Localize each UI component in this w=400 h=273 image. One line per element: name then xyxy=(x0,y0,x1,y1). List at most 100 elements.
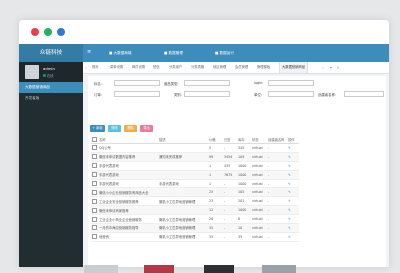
export-button[interactable]: 导出 xyxy=(140,125,153,132)
tab-marketing-products[interactable]: 大数据营销商品 xyxy=(279,62,309,73)
sidebar-item-marketing-products[interactable]: 大数据营销商品 xyxy=(19,82,83,93)
table-cell: 10 xyxy=(237,223,251,233)
tabs-menu-icon[interactable]: ▾ xyxy=(328,62,334,73)
table-cell: 20 xyxy=(208,214,223,225)
table-cell: 1000 xyxy=(237,179,251,189)
select-all-checkbox[interactable] xyxy=(91,136,98,144)
filter-create-input[interactable] xyxy=(344,91,384,97)
column-header[interactable]: 状态 xyxy=(251,136,267,144)
row-checkbox[interactable] xyxy=(91,179,98,189)
tab-templates[interactable]: 管理模板 xyxy=(257,62,270,73)
maximize-window-button[interactable] xyxy=(57,28,65,36)
row-checkbox[interactable] xyxy=(91,152,98,162)
filter-type-label: 营品类型: xyxy=(164,82,179,86)
table-cell: 201 xyxy=(237,196,251,207)
column-header[interactable]: 库存 xyxy=(237,136,251,144)
row-checkbox[interactable] xyxy=(91,170,98,180)
table-row[interactable]: 手游代表游戏 1 435 1000 virtual - ✎ xyxy=(91,161,299,171)
edit-icon[interactable]: ✎ xyxy=(287,187,299,198)
tabs-scroll-left-icon[interactable]: ‹ xyxy=(83,62,89,73)
filter-order-input[interactable] xyxy=(184,91,230,97)
column-header[interactable]: 名称 xyxy=(98,136,158,144)
table-cell: - xyxy=(267,143,287,153)
tabs-close-icon[interactable]: × xyxy=(335,62,341,73)
table-cell: - xyxy=(223,223,237,233)
top-nav-item-data[interactable]: ■ 数据管理 xyxy=(164,44,183,62)
table-row[interactable]: 一月的中海应营销服务指导 微机小工匹异地营销管理 35-10 virtual - ✎ xyxy=(91,223,299,233)
table-row[interactable]: 手游代表游戏 手游代表游戏 1-1000 virtual - ✎ xyxy=(91,179,299,189)
column-header[interactable]: 价格 xyxy=(208,136,223,144)
edit-icon[interactable]: ✎ xyxy=(287,179,299,189)
top-nav-item-run[interactable]: ■ 数据运行 xyxy=(215,44,234,62)
edit-icon[interactable]: ✎ xyxy=(287,143,299,153)
table-row[interactable]: 地营资 微机小工匹异地营销管理 35-35 virtual - ✎ xyxy=(91,232,299,242)
row-checkbox[interactable] xyxy=(91,223,98,233)
table-cell: 105 xyxy=(237,187,251,198)
row-checkbox[interactable] xyxy=(91,232,98,242)
row-checkbox[interactable] xyxy=(91,143,98,153)
tab-category-table[interactable]: 分类表格 xyxy=(191,62,204,73)
minimize-window-button[interactable] xyxy=(44,28,52,36)
close-window-button[interactable] xyxy=(31,28,39,36)
edit-button[interactable]: 修改 xyxy=(108,125,121,132)
tab-members[interactable]: 会员管理 xyxy=(235,62,248,73)
edit-icon[interactable]: ✎ xyxy=(287,161,299,171)
tab-category-users[interactable]: 分类用户 xyxy=(169,62,182,73)
table-cell: 25 xyxy=(208,187,223,198)
tabs-scroll-right-icon[interactable]: › xyxy=(320,62,326,73)
row-checkbox[interactable] xyxy=(91,187,98,198)
tab-region[interactable]: 地区管理 xyxy=(213,62,226,73)
table-cell: QQ公号 xyxy=(98,143,158,153)
table-cell: 99 xyxy=(208,152,223,162)
row-checkbox[interactable] xyxy=(91,161,98,171)
table-cell: virtual xyxy=(251,152,267,162)
edit-icon[interactable]: ✎ xyxy=(287,196,299,207)
tab-home[interactable]: 首页 xyxy=(92,62,99,73)
filter-type-input[interactable] xyxy=(184,80,230,86)
table-cell: 工业企业小商业企业营销服务 xyxy=(98,214,158,225)
menu-toggle-icon[interactable]: ≡ xyxy=(87,49,93,55)
sidebar-item-developer[interactable]: 开发者版 xyxy=(19,93,83,104)
filter-login-input[interactable] xyxy=(268,80,314,86)
table-cell: 一月的中海应营销服务指导 xyxy=(98,223,158,233)
row-checkbox[interactable] xyxy=(91,214,98,225)
edit-icon[interactable]: ✎ xyxy=(287,214,299,225)
table-cell: 23 xyxy=(208,196,223,207)
column-header[interactable]: 操作 xyxy=(287,136,299,144)
edit-icon[interactable]: ✎ xyxy=(287,152,299,162)
edit-icon[interactable]: ✎ xyxy=(287,170,299,180)
table-cell: 微机小工匹异地营销管理 xyxy=(158,196,208,207)
table-row[interactable]: 微信小小企业营销服务有商品大全 25-105 virtual - ✎ xyxy=(91,187,299,198)
filter-name-input[interactable] xyxy=(114,80,160,86)
table-row[interactable]: 工业企业安全营销服务推荐 微机小工匹异地营销管理 23-201 virtual - ✎ xyxy=(91,196,299,207)
row-checkbox[interactable] xyxy=(91,196,98,207)
tab-mail-settings[interactable]: 邮件设置 xyxy=(132,62,145,73)
filter-subscribe-input[interactable] xyxy=(114,91,160,97)
edit-icon[interactable]: ✎ xyxy=(287,232,299,242)
tab-sms[interactable]: 短信 xyxy=(153,62,160,73)
top-nav-item-mall[interactable]: ■ 大数据商城 xyxy=(109,44,132,62)
column-header[interactable]: 描述 xyxy=(158,136,208,144)
filter-unit-input[interactable] xyxy=(268,91,314,97)
add-button[interactable]: + 新增 xyxy=(90,125,105,132)
column-header[interactable]: 已售 xyxy=(223,136,237,144)
table-cell: - xyxy=(267,152,287,162)
table-cell xyxy=(158,205,208,216)
table-row[interactable]: 微信未申请数据内容推荐 通知未完成推荐 99 3454 109 virtual - ✎ xyxy=(91,152,299,162)
table-row[interactable]: 手游代表游戏 1 7675 1000 virtual - ✎ xyxy=(91,170,299,180)
table-cell: 5 xyxy=(208,143,223,153)
tab-menu-settings[interactable]: 菜单设置 xyxy=(110,62,123,73)
column-header[interactable]: 创建者名称 xyxy=(267,136,287,144)
edit-icon[interactable]: ✎ xyxy=(287,223,299,233)
thumbnail-image xyxy=(144,265,174,273)
brand-logo[interactable]: 众链科技 xyxy=(19,44,83,62)
table-row[interactable]: 工业企业小商业企业营销服务 微机小工匹异地营销管理 20-8 virtual - ✎ xyxy=(91,214,299,225)
delete-button[interactable]: 删除 xyxy=(124,125,137,132)
row-checkbox[interactable] xyxy=(91,205,98,216)
table-row[interactable]: QQ公号 5-345 virtual - ✎ xyxy=(91,143,299,153)
table-cell: 1000 xyxy=(237,170,251,180)
table-row[interactable]: 微信未申请商家推荐 12-1000 virtual - ✎ xyxy=(91,205,299,216)
table-cell: - xyxy=(267,161,287,171)
edit-icon[interactable]: ✎ xyxy=(287,205,299,216)
filter-login-label: login: xyxy=(254,81,264,85)
